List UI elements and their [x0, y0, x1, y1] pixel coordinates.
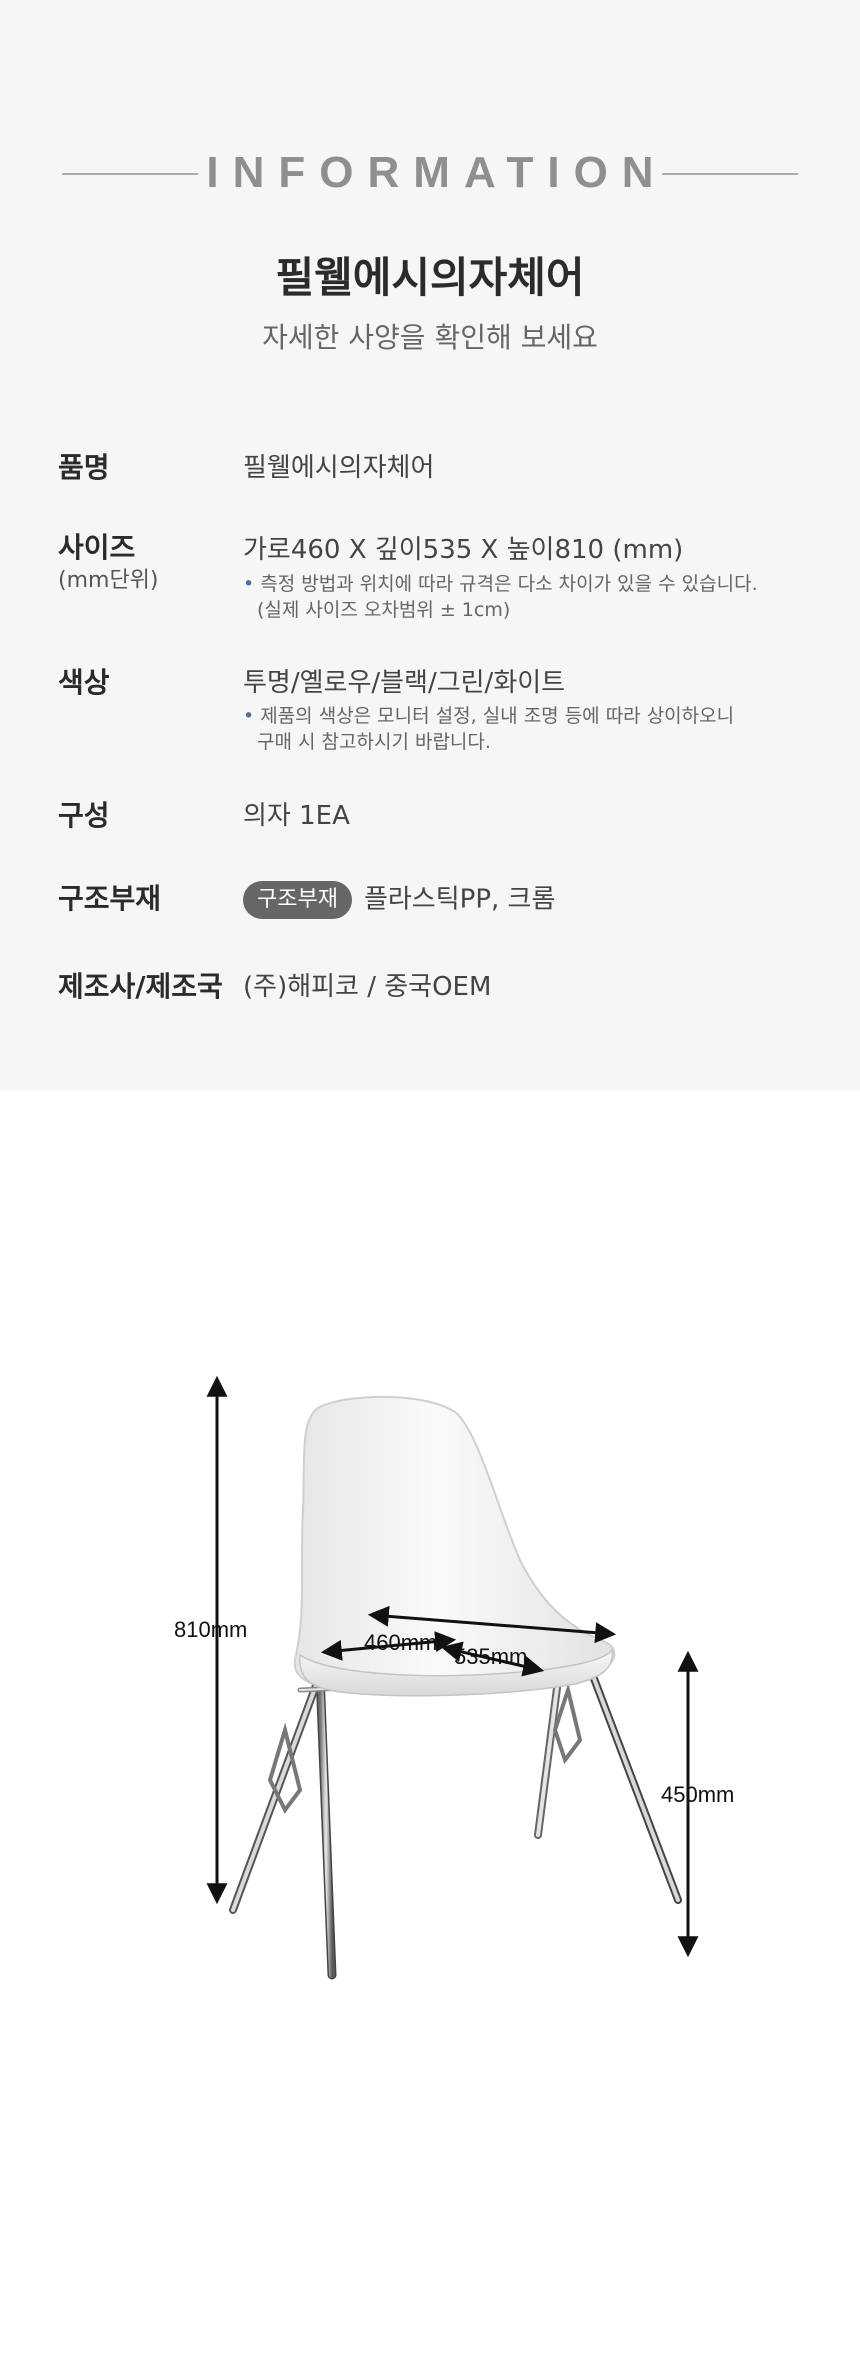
spec-label-name: 품명	[58, 451, 110, 484]
bullet-icon: •	[243, 573, 255, 595]
header-divider-right	[662, 173, 798, 175]
spec-note-color: • 제품의 색상은 모니터 설정, 실내 조명 등에 따라 상이하오니	[243, 704, 734, 728]
dimension-depth-label: 535mm	[454, 1644, 528, 1669]
material-tag: 구조부재	[243, 880, 352, 919]
spec-label-manufacturer: 제조사/제조국	[58, 970, 223, 1003]
spec-note-size: • 측정 방법과 위치에 따라 규격은 다소 차이가 있을 수 있습니다.	[243, 572, 758, 596]
dimension-width-label: 460mm	[364, 1630, 438, 1655]
spec-label-material: 구조부재	[58, 882, 162, 915]
bullet-icon: •	[243, 705, 255, 727]
spec-value-name: 필웰에시의자체어	[243, 453, 435, 483]
size-note-line1: 측정 방법과 위치에 따라 규격은 다소 차이가 있을 수 있습니다.	[260, 573, 758, 595]
section-header: INFORMATION	[0, 148, 860, 198]
spec-value-material: 구조부재 플라스틱PP, 크롬	[243, 879, 555, 920]
product-photo-section: 810mm 460mm 535mm 450mm	[0, 1090, 860, 2369]
color-note-line2: 구매 시 참고하시기 바랍니다.	[257, 731, 491, 753]
chair-legs	[229, 1661, 682, 1980]
spec-sublabel-size: (mm단위)	[58, 568, 159, 593]
size-note-line2: (실제 사이즈 오차범위 ± 1cm)	[257, 599, 511, 621]
material-value: 플라스틱PP, 크롬	[363, 884, 556, 915]
spec-value-manufacturer: (주)해피코 / 중국OEM	[243, 972, 492, 1002]
spec-label-size: 사이즈	[58, 531, 136, 564]
dimension-seat-height-label: 450mm	[661, 1782, 735, 1807]
spec-value-color: 투명/옐로우/블랙/그린/화이트	[243, 668, 566, 698]
product-subtitle: 자세한 사양을 확인해 보세요	[262, 321, 598, 354]
chair-dimension-image	[206, 1375, 699, 1980]
product-title: 필웰에시의자체어	[275, 253, 585, 302]
dimension-height-label: 810mm	[174, 1617, 248, 1642]
spec-value-size: 가로460 X 깊이535 X 높이810 (mm)	[243, 535, 684, 565]
spec-value-composition: 의자 1EA	[243, 801, 350, 831]
color-note-line1: 제품의 색상은 모니터 설정, 실내 조명 등에 따라 상이하오니	[260, 705, 735, 727]
spec-label-composition: 구성	[58, 799, 110, 832]
information-section: INFORMATION 필웰에시의자체어 자세한 사양을 확인해 보세요 품명 …	[0, 0, 860, 1090]
spec-label-color: 색상	[58, 666, 110, 699]
